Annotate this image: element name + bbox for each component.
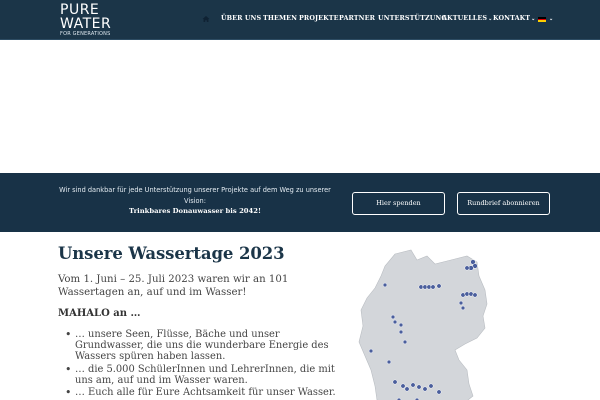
- map-marker: [468, 291, 474, 297]
- map-marker: [368, 348, 374, 354]
- map-marker: [464, 265, 470, 271]
- map-marker: [464, 291, 470, 297]
- banner-text: Wir sind dankbar für jede Unterstützung …: [55, 185, 335, 217]
- nav-item-aktuelles[interactable]: AKTUELLES⌄: [442, 14, 492, 22]
- language-caret[interactable]: ⌄: [548, 14, 553, 22]
- map-marker: [428, 383, 434, 389]
- thanks-list: … unsere Seen, Flüsse, Bäche und unser G…: [58, 329, 348, 398]
- nav-item-unterstuetzung[interactable]: UNTERSTÜTZUNG: [378, 14, 447, 22]
- nav-item-kontakt[interactable]: KONTAKT⌄: [493, 14, 535, 22]
- donate-button[interactable]: Hier spenden: [352, 192, 445, 215]
- german-flag-icon[interactable]: [538, 17, 546, 22]
- map-marker: [402, 339, 408, 345]
- map-marker: [460, 305, 466, 311]
- intro-text: Vom 1. Juni – 25. Juli 2023 waren wir an…: [58, 274, 289, 298]
- hero-image-area: [0, 40, 600, 173]
- list-item: … Euch alle für Eure Achtsamkeit für uns…: [65, 387, 348, 398]
- main-navigation: ÜBER UNS THEMEN PROJEKTE PARTNER UNTERST…: [0, 14, 600, 26]
- newsletter-button[interactable]: Rundbrief abonnieren: [457, 192, 550, 215]
- main-content: Unsere Wassertage 2023 Vom 1. Juni – 25.…: [58, 244, 348, 400]
- map-marker: [416, 384, 422, 390]
- chevron-down-icon: ⌄: [531, 16, 536, 22]
- list-item: … unsere Seen, Flüsse, Bäche und unser G…: [65, 329, 348, 362]
- page-title: Unsere Wassertage 2023: [58, 244, 285, 263]
- banner-vision: Trinkbares Donauwasser bis 2042!: [129, 207, 261, 215]
- map-marker: [404, 386, 410, 392]
- chevron-down-icon: ⌄: [488, 16, 493, 22]
- map-marker: [390, 314, 396, 320]
- map-marker: [398, 322, 404, 328]
- map-marker: [392, 319, 398, 325]
- germany-outline: [358, 249, 488, 400]
- map-marker: [410, 382, 416, 388]
- map-marker: [392, 379, 398, 385]
- logo-tagline: FOR GENERATIONS: [60, 31, 111, 37]
- map-marker: [436, 283, 442, 289]
- map-marker: [422, 284, 428, 290]
- map-marker: [426, 284, 432, 290]
- map-marker: [460, 292, 466, 298]
- map-marker: [422, 386, 428, 392]
- nav-item-projekte[interactable]: PROJEKTE: [299, 14, 339, 22]
- map-marker: [382, 282, 388, 288]
- nav-item-themen[interactable]: THEMEN: [263, 14, 297, 22]
- map-marker: [430, 284, 436, 290]
- germany-map: [358, 249, 488, 400]
- map-marker: [472, 292, 478, 298]
- banner-message: Wir sind dankbar für jede Unterstützung …: [59, 186, 331, 205]
- map-marker: [418, 284, 424, 290]
- site-header: PURE WATER FOR GENERATIONS ÜBER UNS THEM…: [0, 0, 600, 40]
- map-marker: [436, 389, 442, 395]
- nav-item-partner[interactable]: PARTNER: [339, 14, 375, 22]
- map-marker: [386, 359, 392, 365]
- map-marker: [458, 300, 464, 306]
- map-marker: [398, 329, 404, 335]
- mahalo-heading: MAHALO an …: [58, 308, 141, 319]
- chevron-down-icon: ⌄: [549, 16, 554, 22]
- nav-item-ueber-uns[interactable]: ÜBER UNS: [221, 14, 261, 22]
- map-marker: [400, 383, 406, 389]
- list-item: … die 5.000 SchülerInnen und LehrerInnen…: [65, 364, 348, 386]
